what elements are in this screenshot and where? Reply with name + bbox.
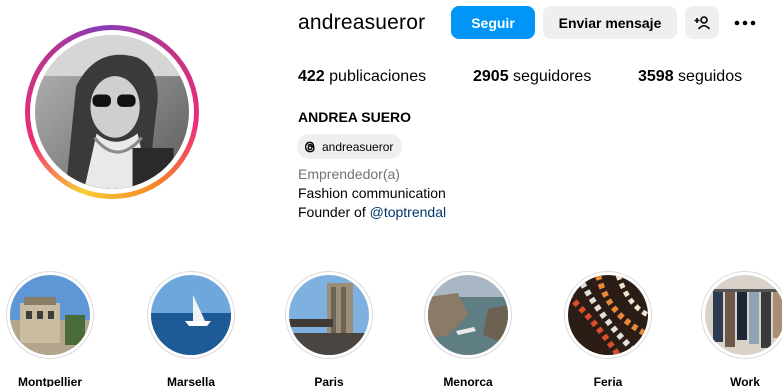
- highlight-ring: [6, 271, 94, 359]
- highlight-cover: [151, 275, 231, 355]
- following-count: 3598: [638, 68, 674, 85]
- avatar-frame: [30, 30, 194, 194]
- highlight-cover: [289, 275, 369, 355]
- following-link[interactable]: 3598 seguidos: [638, 68, 742, 86]
- follow-button[interactable]: Seguir: [451, 6, 535, 39]
- highlight-paris[interactable]: Paris: [284, 271, 374, 387]
- bio-prefix: Founder of: [298, 204, 370, 220]
- followers-link[interactable]: 2905 seguidores: [473, 68, 591, 86]
- more-options-button[interactable]: [728, 6, 762, 39]
- bio-line: Fashion communication: [298, 185, 446, 201]
- threads-icon: [304, 141, 315, 152]
- suggested-accounts-button[interactable]: [685, 6, 719, 39]
- highlight-label: Menorca: [443, 375, 493, 387]
- send-message-button[interactable]: Enviar mensaje: [543, 6, 677, 39]
- highlight-ring: [564, 271, 652, 359]
- following-label: seguidos: [673, 68, 743, 85]
- highlight-label: Marsella: [166, 375, 216, 387]
- followers-count: 2905: [473, 68, 509, 85]
- more-options-icon: [734, 20, 756, 25]
- threads-badge[interactable]: andreasueror: [297, 134, 403, 159]
- posts-count: 422: [298, 68, 325, 85]
- highlight-label: Montpellier: [17, 375, 82, 387]
- highlight-cover: [428, 275, 508, 355]
- highlight-montpellier[interactable]: Montpellier: [5, 271, 95, 387]
- highlight-label: Feria: [593, 375, 623, 387]
- profile-username: andreasueror: [298, 11, 426, 34]
- profile-category: Emprendedor(a): [298, 166, 400, 182]
- add-person-icon: [694, 15, 710, 30]
- bio-line-founder: Founder of @toptrendal: [298, 204, 446, 220]
- highlight-menorca[interactable]: Menorca: [423, 271, 513, 387]
- posts-stat: 422 publicaciones: [298, 68, 426, 86]
- highlight-ring: [285, 271, 373, 359]
- highlight-work[interactable]: Work: [700, 271, 782, 387]
- highlight-cover: [10, 275, 90, 355]
- followers-label: seguidores: [508, 68, 592, 85]
- highlight-marsella[interactable]: Marsella: [146, 271, 236, 387]
- posts-label: publicaciones: [324, 68, 427, 85]
- highlight-cover: [705, 275, 782, 355]
- profile-avatar-ring[interactable]: [25, 25, 199, 199]
- bio-mention-link[interactable]: @toptrendal: [370, 204, 446, 220]
- highlight-feria[interactable]: Feria: [563, 271, 653, 387]
- highlight-ring: [147, 271, 235, 359]
- highlight-ring: [424, 271, 512, 359]
- threads-handle: andreasueror: [322, 139, 394, 154]
- profile-full-name: ANDREA SUERO: [298, 109, 412, 125]
- highlight-label: Work: [730, 375, 760, 387]
- avatar: [35, 35, 189, 189]
- highlight-cover: [568, 275, 648, 355]
- highlight-ring: [701, 271, 782, 359]
- highlight-label: Paris: [314, 375, 344, 387]
